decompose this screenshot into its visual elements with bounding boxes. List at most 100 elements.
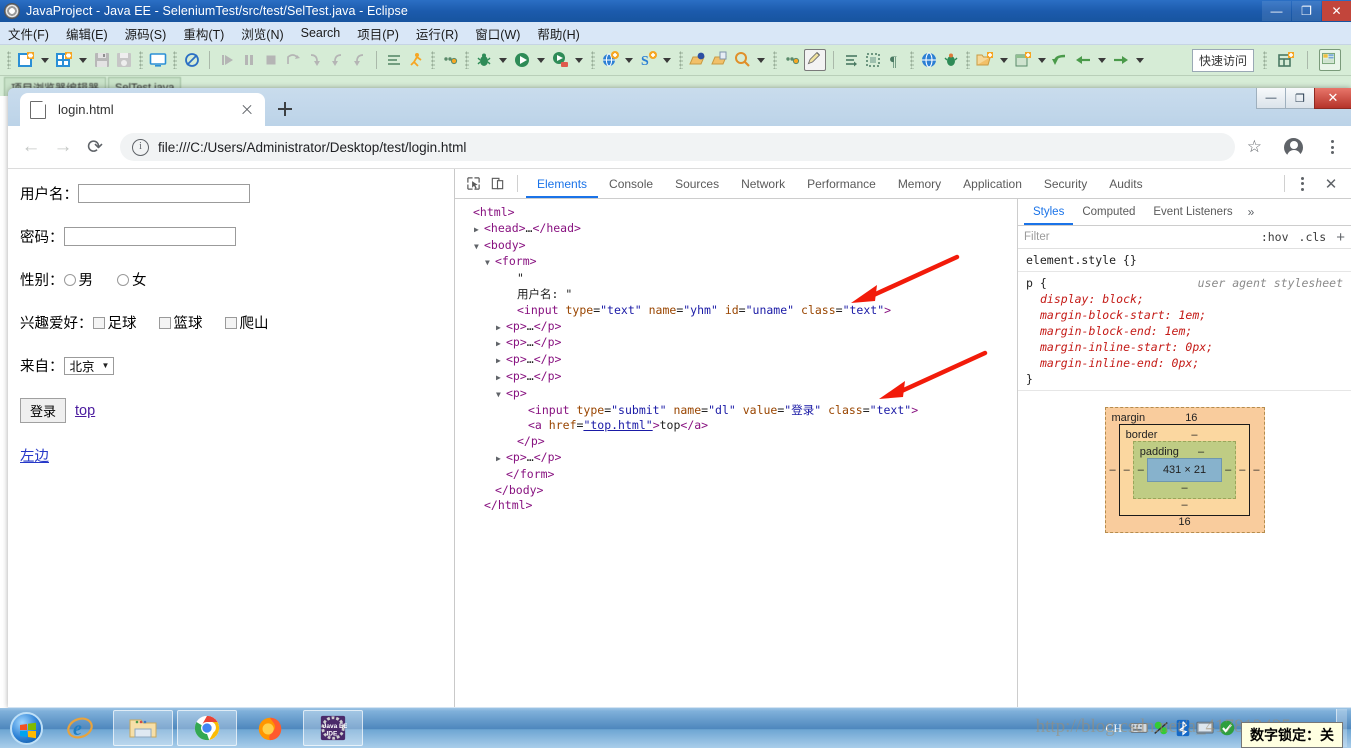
run-external-tools-icon[interactable] bbox=[550, 50, 570, 70]
back-dropdown-icon[interactable] bbox=[1098, 57, 1106, 63]
eclipse-close-button[interactable]: ✕ bbox=[1322, 1, 1351, 21]
style-rule[interactable]: user agent stylesheet p {display: block; m… bbox=[1018, 272, 1351, 391]
devtools-more-icon[interactable] bbox=[1293, 176, 1311, 191]
from-select[interactable]: 北京 ▼ bbox=[63, 356, 115, 375]
run-dropdown-icon[interactable] bbox=[537, 57, 545, 63]
toolbar-grip-5[interactable] bbox=[465, 51, 469, 69]
style-declaration[interactable]: margin-block-start: 1em; bbox=[1026, 307, 1343, 323]
save-all-icon[interactable] bbox=[114, 50, 134, 70]
box-model-border[interactable]: border – – padding – – 431 × 21 – – – – bbox=[1118, 424, 1251, 516]
quick-access-area[interactable]: 快速访问 bbox=[1191, 48, 1347, 72]
step-into-icon[interactable] bbox=[305, 50, 325, 70]
eclipse-menu-edit[interactable]: 编辑(E) bbox=[66, 24, 108, 43]
page-info-icon[interactable]: i bbox=[132, 138, 149, 156]
selenium-dropdown-icon[interactable] bbox=[663, 57, 671, 63]
box-model-padding[interactable]: padding – – 431 × 21 – – bbox=[1132, 441, 1237, 499]
password-input[interactable] bbox=[63, 227, 236, 246]
chrome-close-button[interactable]: ✕ bbox=[1314, 88, 1351, 109]
forward-button[interactable]: → bbox=[50, 134, 76, 160]
terminate-icon[interactable] bbox=[261, 50, 281, 70]
debug-dropdown-icon[interactable] bbox=[499, 57, 507, 63]
open-profile-icon[interactable] bbox=[941, 50, 961, 70]
console-display-icon[interactable] bbox=[148, 50, 168, 70]
forward-history-icon[interactable] bbox=[841, 50, 861, 70]
styles-cls-button[interactable]: .cls bbox=[1299, 230, 1327, 244]
search-icon[interactable] bbox=[732, 50, 752, 70]
gender-female-radio[interactable] bbox=[117, 273, 129, 286]
dom-tree-line[interactable]: 用户名: " bbox=[463, 287, 1017, 303]
step-over-icon[interactable] bbox=[283, 50, 303, 70]
devtools-tab-application[interactable]: Application bbox=[952, 170, 1033, 198]
open-type-icon[interactable] bbox=[688, 50, 708, 70]
dom-twisty-icon[interactable]: ▼ bbox=[496, 387, 506, 403]
styles-tab-styles[interactable]: Styles bbox=[1024, 200, 1073, 225]
quick-access-input[interactable]: 快速访问 bbox=[1191, 48, 1254, 72]
dom-tree-line[interactable]: ▶ <p>…</p> bbox=[463, 319, 1017, 336]
eclipse-menu-bar[interactable]: 文件(F) 编辑(E) 源码(S) 重构(T) 浏览(N) Search 项目(… bbox=[0, 22, 1351, 45]
style-declaration[interactable]: margin-inline-end: 0px; bbox=[1026, 355, 1343, 371]
run-as-icon[interactable] bbox=[406, 50, 426, 70]
toolbar-grip-10[interactable] bbox=[966, 51, 970, 69]
dom-twisty-icon[interactable]: ▼ bbox=[474, 239, 484, 255]
eclipse-minimize-button[interactable]: — bbox=[1262, 1, 1291, 21]
top-link[interactable]: top bbox=[75, 403, 95, 419]
styles-tab-computed[interactable]: Computed bbox=[1073, 200, 1144, 225]
chrome-minimize-button[interactable]: — bbox=[1256, 88, 1286, 109]
taskbar-google-chrome-icon[interactable] bbox=[177, 710, 237, 746]
eclipse-menu-project[interactable]: 项目(P) bbox=[357, 24, 399, 43]
devtools-tab-memory[interactable]: Memory bbox=[887, 170, 952, 198]
forward-dropdown-icon[interactable] bbox=[1136, 57, 1144, 63]
eclipse-menu-refactor[interactable]: 重构(T) bbox=[183, 24, 224, 43]
new-wizard-dropdown-icon[interactable] bbox=[79, 57, 87, 63]
run-icon[interactable] bbox=[512, 50, 532, 70]
style-declaration[interactable]: margin-block-end: 1em; bbox=[1026, 323, 1343, 339]
dom-tree-line[interactable]: " bbox=[463, 271, 1017, 287]
dom-tree-line[interactable]: ▶ <p>…</p> bbox=[463, 450, 1017, 467]
back-history-icon[interactable] bbox=[1051, 50, 1071, 70]
eclipse-maximize-button[interactable]: ❐ bbox=[1292, 1, 1321, 21]
new-package-dropdown-icon[interactable] bbox=[1038, 57, 1046, 63]
dom-tree-line[interactable]: <input type="text" name="yhm" id="uname"… bbox=[463, 303, 1017, 319]
skip-breakpoints-icon[interactable] bbox=[182, 50, 202, 70]
step-over-2-icon[interactable] bbox=[349, 50, 369, 70]
devtools-close-icon[interactable]: ✕ bbox=[1319, 172, 1343, 196]
search-dropdown-icon[interactable] bbox=[757, 57, 765, 63]
forward-arrow-icon[interactable] bbox=[1111, 50, 1131, 70]
toolbar-grip-3[interactable] bbox=[173, 51, 177, 69]
dom-tree-line[interactable]: ▶ <p>…</p> bbox=[463, 352, 1017, 369]
taskbar-firefox-icon[interactable] bbox=[239, 710, 301, 746]
dom-twisty-icon[interactable]: ▶ bbox=[496, 353, 506, 369]
eclipse-toolbar[interactable]: S ¶ 快速访问 bbox=[0, 45, 1351, 76]
chrome-tab-login-html[interactable]: login.html bbox=[20, 93, 265, 126]
debug-dots-icon[interactable] bbox=[440, 50, 460, 70]
save-icon[interactable] bbox=[92, 50, 112, 70]
chrome-menu-icon[interactable] bbox=[1323, 140, 1341, 154]
toggle-mark-occurrences-icon[interactable] bbox=[863, 50, 883, 70]
dom-tree-line[interactable]: ▼ <form> bbox=[463, 254, 1017, 271]
left-link[interactable]: 左边 bbox=[20, 445, 49, 466]
style-declaration[interactable]: display: block; bbox=[1026, 291, 1343, 307]
dom-twisty-icon[interactable]: ▼ bbox=[485, 255, 495, 271]
eclipse-menu-run[interactable]: 运行(R) bbox=[416, 24, 458, 43]
step-return-icon[interactable] bbox=[327, 50, 347, 70]
devtools-tab-security[interactable]: Security bbox=[1033, 170, 1098, 198]
eclipse-menu-help[interactable]: 帮助(H) bbox=[537, 24, 579, 43]
open-perspective-icon[interactable] bbox=[1276, 50, 1296, 70]
dom-twisty-icon[interactable]: ▶ bbox=[474, 222, 484, 238]
bookmark-star-icon[interactable]: ☆ bbox=[1247, 137, 1262, 157]
hobby-basketball-checkbox[interactable] bbox=[158, 316, 171, 329]
dom-tree-line[interactable]: </html> bbox=[463, 498, 1017, 514]
dom-tree-line[interactable]: <html> bbox=[463, 205, 1017, 221]
server-dropdown-icon[interactable] bbox=[625, 57, 633, 63]
dom-tree-line[interactable]: </p> bbox=[463, 434, 1017, 450]
address-bar[interactable]: i file:///C:/Users/Administrator/Desktop… bbox=[120, 133, 1235, 161]
dom-tree-line[interactable]: ▶ <head>…</head> bbox=[463, 221, 1017, 238]
perspective-grip[interactable] bbox=[1263, 51, 1267, 69]
format-icon[interactable] bbox=[384, 50, 404, 70]
back-arrow-icon[interactable] bbox=[1073, 50, 1093, 70]
dom-tree-line[interactable]: <input type="submit" name="dl" value="登录… bbox=[463, 403, 1017, 419]
styles-tab-event-listeners[interactable]: Event Listeners bbox=[1144, 200, 1241, 225]
devtools-tab-sources[interactable]: Sources bbox=[664, 170, 730, 198]
taskbar-internet-explorer-icon[interactable]: e bbox=[49, 710, 111, 746]
devtools-tab-performance[interactable]: Performance bbox=[796, 170, 887, 198]
